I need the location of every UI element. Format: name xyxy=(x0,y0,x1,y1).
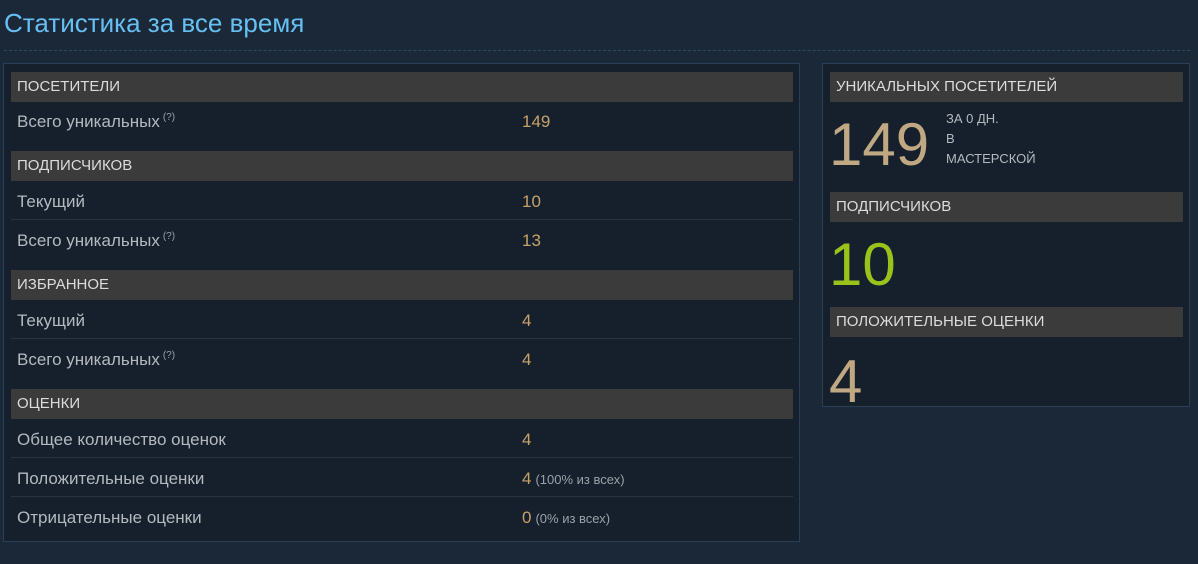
stat-label: Отрицательные оценки xyxy=(17,508,202,527)
stat-value: 0 (0% из всех) xyxy=(522,508,611,527)
unique-visitors-caption: ЗА 0 ДН. В МАСТЕРСКОЙ xyxy=(946,111,1036,166)
stat-label: Текущий xyxy=(17,192,85,211)
positive-ratings-count: 4 xyxy=(829,348,863,415)
stat-row-ratings-positive: Положительные оценки 4 (100% из всех) xyxy=(11,459,793,497)
stat-value: 4 xyxy=(522,311,532,330)
summary-panel: УНИКАЛЬНЫХ ПОСЕТИТЕЛЕЙ 149 ЗА 0 ДН. В МА… xyxy=(822,63,1190,412)
stat-row-ratings-negative: Отрицательные оценки 0 (0% из всех) xyxy=(11,498,793,536)
help-icon[interactable]: (?) xyxy=(163,350,175,361)
stat-label: Всего уникальных (?) xyxy=(17,350,176,369)
stat-value: 10 xyxy=(522,192,541,211)
stat-row-visitors-total-unique: Всего уникальных (?) 149 xyxy=(11,102,793,140)
stat-value: 4 (100% из всех) xyxy=(522,469,625,488)
stat-row-favorites-total-unique: Всего уникальных (?) 4 xyxy=(11,340,793,378)
summary-header-subscribers: ПОДПИСЧИКОВ xyxy=(830,192,1183,222)
stat-value: 4 xyxy=(522,350,532,369)
page-title: Статистика за все время xyxy=(4,8,305,38)
stat-row-subscribers-current: Текущий 10 xyxy=(11,182,793,220)
section-header-visitors: ПОСЕТИТЕЛИ xyxy=(11,72,793,102)
stat-value: 4 xyxy=(522,430,532,449)
title-divider xyxy=(4,50,1190,51)
stat-percent: (0% из всех) xyxy=(535,511,611,526)
all-time-stats-panel: ПОСЕТИТЕЛИ Всего уникальных (?) 149 ПОДПИ… xyxy=(3,63,800,542)
help-icon[interactable]: (?) xyxy=(163,112,175,123)
stat-label: Положительные оценки xyxy=(17,469,205,488)
section-header-subscribers: ПОДПИСЧИКОВ xyxy=(11,151,793,181)
section-header-ratings: ОЦЕНКИ xyxy=(11,389,793,419)
stat-row-favorites-current: Текущий 4 xyxy=(11,301,793,339)
stat-value: 149 xyxy=(522,112,551,131)
section-header-favorites: ИЗБРАННОЕ xyxy=(11,270,793,300)
stat-percent: (100% из всех) xyxy=(535,472,625,487)
stat-label: Всего уникальных (?) xyxy=(17,112,176,131)
help-icon[interactable]: (?) xyxy=(163,231,175,242)
summary-header-positive-ratings: ПОЛОЖИТЕЛЬНЫЕ ОЦЕНКИ xyxy=(830,307,1183,337)
stat-label: Общее количество оценок xyxy=(17,430,226,449)
unique-visitors-count: 149 xyxy=(829,111,930,178)
stat-row-subscribers-total-unique: Всего уникальных (?) 13 xyxy=(11,221,793,259)
stat-label: Всего уникальных (?) xyxy=(17,231,176,250)
stat-row-ratings-total: Общее количество оценок 4 xyxy=(11,420,793,458)
summary-header-unique-visitors: УНИКАЛЬНЫХ ПОСЕТИТЕЛЕЙ xyxy=(830,72,1183,102)
stat-value: 13 xyxy=(522,231,541,250)
stat-label: Текущий xyxy=(17,311,85,330)
subscribers-count: 10 xyxy=(829,231,896,298)
